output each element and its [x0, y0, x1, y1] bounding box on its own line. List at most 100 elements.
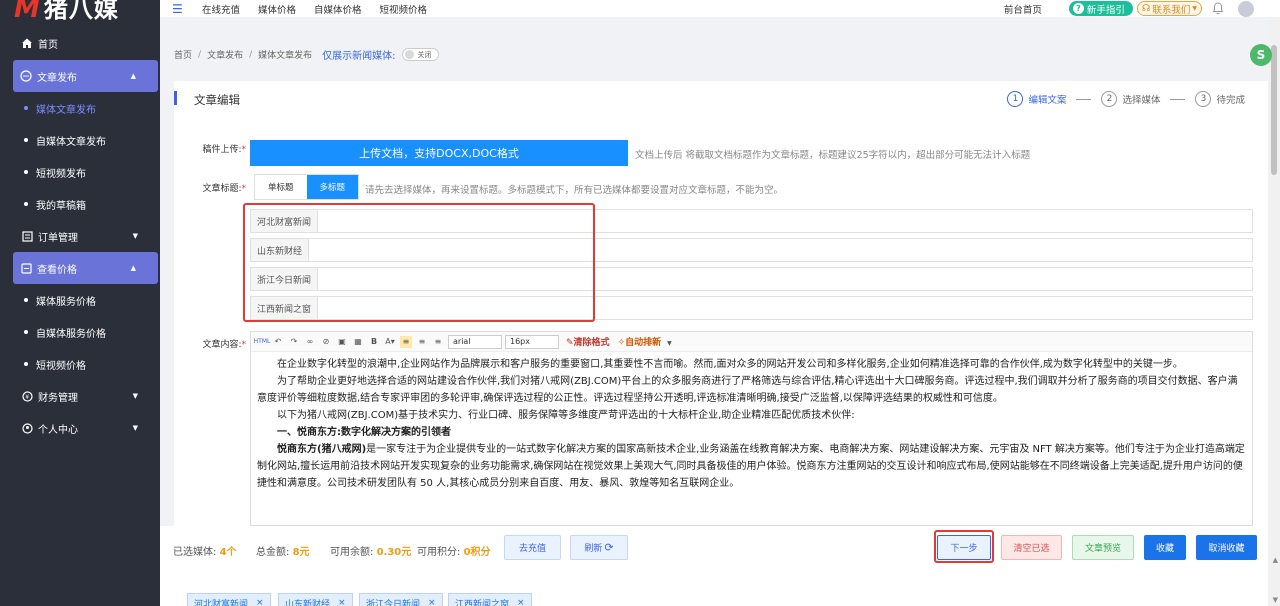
- close-icon[interactable]: ×: [338, 598, 346, 606]
- editor-paragraph: 在企业数字化转型的浪潮中,企业网站作为品牌展示和客户服务的重要窗口,其重要性不言…: [277, 359, 1183, 370]
- sidebar-item-self-media-article[interactable]: 自媒体文章发布: [0, 124, 160, 156]
- breadcrumb-article[interactable]: 文章发布: [207, 48, 243, 61]
- sidebar-item-media-price[interactable]: 媒体服务价格: [0, 284, 160, 316]
- chip-label: 河北财富新闻: [194, 599, 249, 606]
- step-number: 3: [1195, 91, 1212, 107]
- unfavorite-button[interactable]: 取消收藏: [1196, 535, 1257, 560]
- scroll-up-icon[interactable]: ▲: [1273, 556, 1278, 564]
- redo-icon[interactable]: ↷: [288, 336, 300, 348]
- top-link-recharge[interactable]: 在线充值: [202, 2, 240, 16]
- required-mark: *: [241, 184, 247, 194]
- scroll-thumb[interactable]: [1271, 45, 1277, 175]
- top-link-media-price[interactable]: 媒体价格: [258, 2, 296, 16]
- bold-icon[interactable]: B: [368, 336, 380, 348]
- top-link-video-price[interactable]: 短视频价格: [380, 2, 428, 16]
- next-step-button[interactable]: 下一步: [937, 535, 991, 560]
- chat-icon: [19, 69, 33, 83]
- bell-icon[interactable]: [1212, 1, 1226, 16]
- highlight-box: [243, 203, 595, 322]
- recharge-button[interactable]: 去充值: [504, 535, 561, 560]
- sidebar-item-short-video[interactable]: 短视频发布: [0, 156, 160, 188]
- caret-down-icon: ▼: [132, 232, 138, 240]
- sidebar-item-article-publish[interactable]: 文章发布 ▲: [13, 60, 158, 92]
- close-icon[interactable]: ×: [517, 598, 525, 606]
- favorite-button[interactable]: 收藏: [1144, 535, 1186, 560]
- close-icon[interactable]: ×: [256, 598, 264, 606]
- clear-format-button[interactable]: ✎清除格式: [566, 335, 610, 348]
- align-right-icon[interactable]: ≡: [432, 336, 444, 348]
- editor-paragraph: 悦商东方(猪八戒网)是一家专注于为企业提供专业的一站式数字化解决方案的国家高新技…: [257, 441, 1246, 492]
- preview-button[interactable]: 文章预览: [1072, 535, 1134, 560]
- toggle-knob: [404, 50, 414, 59]
- floating-service-badge[interactable]: S: [1250, 44, 1272, 66]
- breadcrumb-current: 媒体文章发布: [258, 51, 313, 61]
- caret-up-icon: ▲: [130, 264, 136, 272]
- stat-label: 已选媒体:: [173, 547, 217, 558]
- rich-text-editor[interactable]: HTML ↶ ↷ ∞ ⊘ ▣ ▦ B A▾ ≡ ≡ ≡ arial 16px ✎…: [250, 331, 1253, 526]
- sidebar-item-prices[interactable]: 查看价格 ▲: [13, 252, 158, 284]
- link-icon[interactable]: ∞: [304, 336, 316, 348]
- title-mode-switch: 单标题 多标题: [254, 174, 360, 200]
- editor-content[interactable]: 在企业数字化转型的浪潮中,企业网站作为品牌展示和客户服务的重要窗口,其重要性不言…: [251, 352, 1252, 524]
- html-icon[interactable]: HTML: [254, 336, 271, 348]
- sidebar: M 猪八媒 首页 文章发布 ▲ 媒体文章发布 自媒体文章发布 短视频发布 我的草…: [0, 0, 160, 606]
- refresh-icon: ⟳: [604, 541, 614, 554]
- upload-document-button[interactable]: 上传文档，支持DOCX,DOC格式: [250, 140, 628, 166]
- card-title: 文章编辑: [194, 93, 240, 107]
- chip-label: 山东新财经: [285, 599, 331, 606]
- sidebar-item-label: 文章发布: [37, 72, 77, 84]
- sidebar-item-drafts[interactable]: 我的草稿箱: [0, 188, 160, 220]
- dot-icon: [24, 170, 28, 174]
- auto-format-button[interactable]: ✧自动排新 ▼: [618, 335, 672, 348]
- avatar[interactable]: [1238, 0, 1254, 17]
- bottom-action-bar: 已选媒体: 4个 总金额: 8元 可用余额: 0.30元 可用积分: 0积分 去…: [160, 526, 1280, 582]
- refresh-button[interactable]: 刷新 ⟳: [570, 535, 628, 560]
- page-scrollbar[interactable]: [1268, 17, 1280, 606]
- font-size-select[interactable]: 16px: [505, 334, 559, 349]
- sidebar-nav: 首页 文章发布 ▲ 媒体文章发布 自媒体文章发布 短视频发布 我的草稿箱 订单管…: [0, 24, 160, 444]
- font-family-select[interactable]: arial: [448, 334, 502, 349]
- sidebar-item-self-media-price[interactable]: 自媒体服务价格: [0, 316, 160, 348]
- sidebar-item-label: 订单管理: [38, 232, 78, 244]
- multi-title-tab[interactable]: 多标题: [306, 175, 359, 199]
- price-icon: [19, 261, 33, 275]
- logo[interactable]: M 猪八媒: [0, 0, 160, 24]
- sidebar-item-profile[interactable]: 个人中心 ▼: [0, 412, 160, 444]
- unlink-icon[interactable]: ⊘: [320, 336, 332, 348]
- undo-icon[interactable]: ↶: [272, 336, 284, 348]
- font-color-icon[interactable]: A▾: [384, 336, 396, 348]
- guide-button[interactable]: ? 新手指引: [1068, 1, 1133, 16]
- font-family-value: arial: [453, 337, 471, 346]
- align-left-icon[interactable]: ≡: [400, 335, 412, 348]
- selected-media-stat: 已选媒体: 4个: [173, 543, 237, 558]
- sidebar-item-media-article[interactable]: 媒体文章发布: [0, 92, 160, 124]
- sidebar-item-label: 查看价格: [37, 264, 77, 276]
- only-news-toggle[interactable]: 关闭: [401, 48, 439, 61]
- required-mark: *: [241, 145, 247, 155]
- table-icon[interactable]: ▦: [352, 336, 364, 348]
- topbar: ☰ 在线充值 媒体价格 自媒体价格 短视频价格 前台首页 ? 新手指引 ☊ 联系我们…: [160, 0, 1280, 17]
- sidebar-item-orders[interactable]: 订单管理 ▼: [0, 220, 160, 252]
- caret-down-icon: ▼: [1192, 5, 1197, 12]
- chip-label: 江西新闻之窗: [455, 599, 510, 606]
- contact-button[interactable]: ☊ 联系我们 ▼: [1136, 1, 1202, 16]
- sidebar-item-finance[interactable]: ¥ 财务管理 ▼: [0, 380, 160, 412]
- upload-label: 稿件上传:*: [186, 142, 246, 155]
- sidebar-item-video-price[interactable]: 短视频价格: [0, 348, 160, 380]
- image-icon[interactable]: ▣: [336, 336, 348, 348]
- top-link-self-media-price[interactable]: 自媒体价格: [314, 2, 362, 16]
- scroll-down-icon[interactable]: ▼: [1273, 596, 1278, 604]
- front-home-link[interactable]: 前台首页: [1004, 2, 1042, 16]
- editor-card: 文章编辑 1 编辑文案 2 选择媒体 3 待完成 稿件上传:* 上传文档，支持DOCX…: [174, 81, 1270, 526]
- menu-toggle-icon[interactable]: ☰: [172, 3, 184, 15]
- clear-selected-button[interactable]: 清空已选: [1001, 535, 1062, 560]
- step-done: 3 待完成: [1195, 91, 1245, 107]
- breadcrumb-home[interactable]: 首页: [174, 48, 192, 61]
- sidebar-item-label: 我的草稿箱: [36, 200, 86, 212]
- media-chip: 山东新财经 ×: [278, 593, 353, 606]
- align-center-icon[interactable]: ≡: [416, 336, 428, 348]
- sidebar-item-home[interactable]: 首页: [0, 26, 160, 60]
- dot-icon: [24, 362, 28, 366]
- single-title-tab[interactable]: 单标题: [255, 175, 307, 199]
- close-icon[interactable]: ×: [428, 598, 436, 606]
